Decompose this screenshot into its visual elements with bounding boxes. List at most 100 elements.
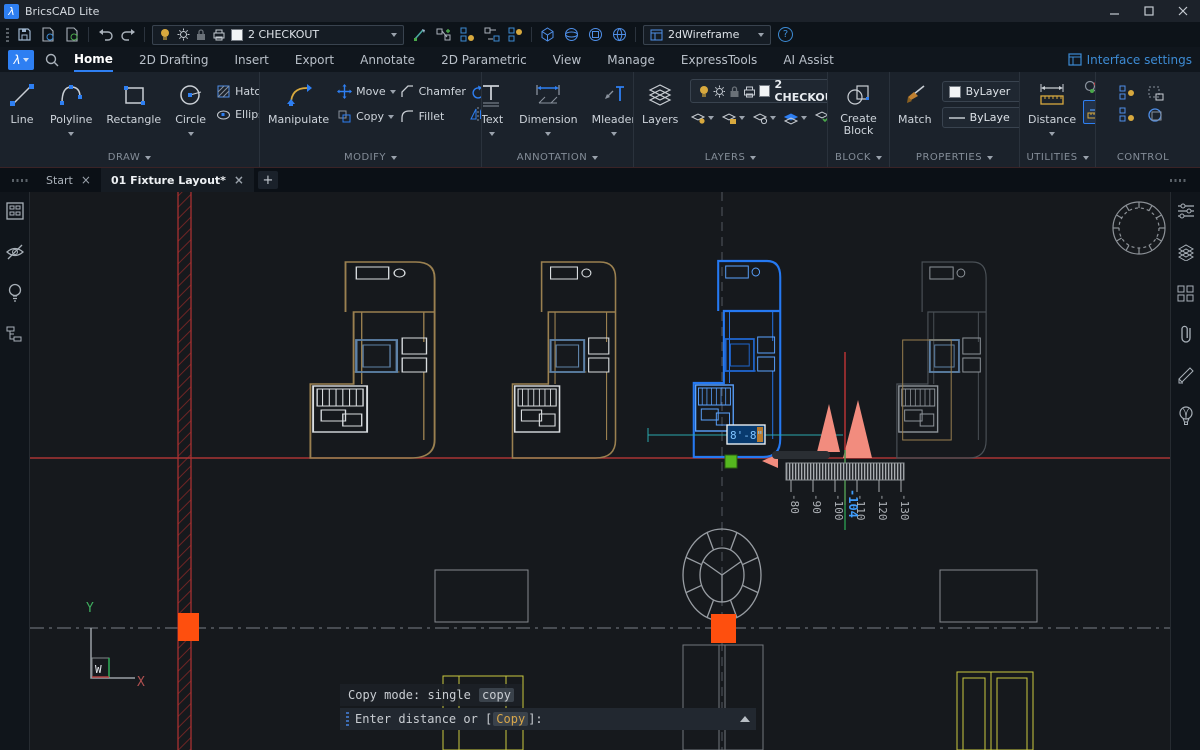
- blocks-panel-icon[interactable]: [1175, 282, 1197, 304]
- panel-label-draw[interactable]: DRAW: [4, 149, 255, 165]
- tips-balloon-icon[interactable]: [1175, 405, 1197, 427]
- command-drag-handle[interactable]: [346, 712, 349, 726]
- help-icon[interactable]: ?: [778, 27, 793, 42]
- blocks-swap-icon[interactable]: [483, 26, 500, 43]
- layer-states-button[interactable]: [814, 108, 828, 127]
- linetype-dropdown[interactable]: ByLaye: [942, 107, 1020, 128]
- fixture-dim[interactable]: [897, 262, 986, 458]
- layer-state-dropdown[interactable]: 2 CHECKOUT: [152, 25, 404, 45]
- distance-button[interactable]: Distance: [1024, 77, 1080, 141]
- view-gem-icon[interactable]: [587, 26, 604, 43]
- right-panel-drag-handle[interactable]: [1170, 179, 1188, 182]
- undo-icon[interactable]: [96, 26, 113, 43]
- polyline-button[interactable]: Polyline: [46, 77, 96, 141]
- blocks-highlight-icon[interactable]: [459, 26, 476, 43]
- panel-label-control[interactable]: CONTROL: [1100, 149, 1186, 165]
- minimize-button[interactable]: [1098, 0, 1132, 22]
- ribbon-tab-export[interactable]: Export: [295, 47, 334, 72]
- close-button[interactable]: [1166, 0, 1200, 22]
- search-icon[interactable]: [44, 52, 60, 68]
- redo-icon[interactable]: [120, 26, 137, 43]
- quick-measure-button[interactable]: [1083, 100, 1096, 124]
- layer-lock-button[interactable]: [721, 111, 745, 125]
- panel-label-properties[interactable]: PROPERTIES: [894, 149, 1015, 165]
- document-tab-start[interactable]: Start×: [36, 168, 101, 192]
- dynamic-dimension-input[interactable]: 8'-8": [727, 425, 765, 444]
- circle-button[interactable]: Circle: [171, 77, 210, 141]
- color-dropdown[interactable]: ByLayer: [942, 81, 1020, 102]
- tabbar-drag-handle[interactable]: [12, 179, 30, 182]
- interface-settings-button[interactable]: Interface settings: [1068, 53, 1192, 67]
- application-menu-button[interactable]: λ: [8, 50, 34, 70]
- panel-label-modify[interactable]: MODIFY: [264, 149, 477, 165]
- close-tab-icon[interactable]: ×: [234, 173, 244, 187]
- layer-freeze-button[interactable]: [752, 111, 776, 125]
- chamfer-button[interactable]: Chamfer: [400, 83, 466, 100]
- mleader-button[interactable]: Mleader: [588, 77, 634, 141]
- panel-label-block[interactable]: BLOCK: [832, 149, 885, 165]
- toolbar-drag-handle[interactable]: [6, 28, 9, 42]
- ribbon-tab-insert[interactable]: Insert: [234, 47, 268, 72]
- ribbon-tab-manage[interactable]: Manage: [607, 47, 655, 72]
- ribbon-tab-ai-assist[interactable]: AI Assist: [783, 47, 834, 72]
- new-document-tab-button[interactable]: +: [258, 171, 278, 189]
- structure-tree-icon[interactable]: [4, 323, 26, 345]
- panel-label-layers[interactable]: LAYERS: [638, 149, 823, 165]
- line-button[interactable]: Line: [4, 77, 40, 128]
- ribbon-tab-2d-parametric[interactable]: 2D Parametric: [441, 47, 527, 72]
- view-globe-icon[interactable]: [611, 26, 628, 43]
- ribbon-tab-2d-drafting[interactable]: 2D Drafting: [139, 47, 209, 72]
- hatch-button[interactable]: Hatch...: [216, 83, 260, 100]
- annotation-monitor-icon[interactable]: [411, 26, 428, 43]
- drawing-canvas[interactable]: -80-90-100-110-120-130 -104 8'-8": [30, 192, 1170, 750]
- open-drawing-icon[interactable]: [40, 26, 57, 43]
- dimension-button[interactable]: Dimension: [515, 77, 581, 141]
- command-option-hotkey[interactable]: Copy: [496, 712, 525, 726]
- share-drawing-icon[interactable]: [64, 26, 81, 43]
- create-block-button[interactable]: CreateBlock: [836, 77, 881, 139]
- match-properties-button[interactable]: Match: [894, 77, 936, 128]
- ribbon-tab-view[interactable]: View: [553, 47, 581, 72]
- ribbon-layer-state[interactable]: 2 CHECKOUT: [690, 79, 828, 103]
- selection-grip[interactable]: [725, 455, 737, 468]
- move-button[interactable]: Move: [337, 83, 396, 100]
- copy-button[interactable]: Copy: [337, 108, 396, 125]
- panel-label-annotation[interactable]: ANNOTATION: [486, 149, 629, 165]
- command-input[interactable]: Enter distance or [Copy]:: [340, 708, 756, 730]
- blocks-light-toggle-icon[interactable]: [1119, 85, 1137, 101]
- close-tab-icon[interactable]: ×: [81, 173, 91, 187]
- fillet-button[interactable]: Fillet: [400, 108, 466, 125]
- maximize-button[interactable]: [1132, 0, 1166, 22]
- manipulate-button[interactable]: Manipulate: [264, 77, 333, 128]
- rectangle-button[interactable]: Rectangle: [102, 77, 165, 128]
- properties-panel-icon[interactable]: [1175, 200, 1197, 222]
- command-expand-icon[interactable]: [740, 711, 750, 722]
- attachments-panel-icon[interactable]: [1175, 323, 1197, 345]
- text-button[interactable]: Text: [482, 77, 509, 141]
- id-point-icon[interactable]: [1083, 79, 1096, 95]
- ribbon-tab-home[interactable]: Home: [74, 47, 113, 72]
- sheets-panel-icon[interactable]: [1175, 364, 1197, 386]
- save-icon[interactable]: [16, 26, 33, 43]
- visual-style-dropdown[interactable]: 2dWireframe: [643, 25, 771, 45]
- ellipse-button[interactable]: Ellipse: [216, 106, 260, 123]
- view-sphere-icon[interactable]: [563, 26, 580, 43]
- selection-modes-icon[interactable]: [1147, 85, 1165, 101]
- document-tab-01-fixture-layout-[interactable]: 01 Fixture Layout*×: [101, 168, 254, 192]
- ribbon-tab-expresstools[interactable]: ExpressTools: [681, 47, 757, 72]
- rotate-icon[interactable]: [470, 85, 482, 101]
- viewport-control-icon[interactable]: [1147, 107, 1165, 123]
- layer-isolate-button[interactable]: [783, 111, 807, 125]
- panel-label-utilities[interactable]: UTILITIES: [1024, 149, 1091, 165]
- entity-light-icon[interactable]: [1119, 107, 1137, 123]
- view-cube-icon[interactable]: [539, 26, 556, 43]
- panels-icon[interactable]: [4, 200, 26, 222]
- layers-button[interactable]: Layers: [638, 77, 682, 128]
- add-node-icon[interactable]: [435, 26, 452, 43]
- blocks-light-icon[interactable]: [507, 26, 524, 43]
- ribbon-tab-annotate[interactable]: Annotate: [360, 47, 415, 72]
- layers-panel-icon[interactable]: [1175, 241, 1197, 263]
- fixture-tan[interactable]: [310, 262, 434, 458]
- hide-objects-eye-icon[interactable]: [4, 241, 26, 263]
- lightbulb-icon[interactable]: [4, 282, 26, 304]
